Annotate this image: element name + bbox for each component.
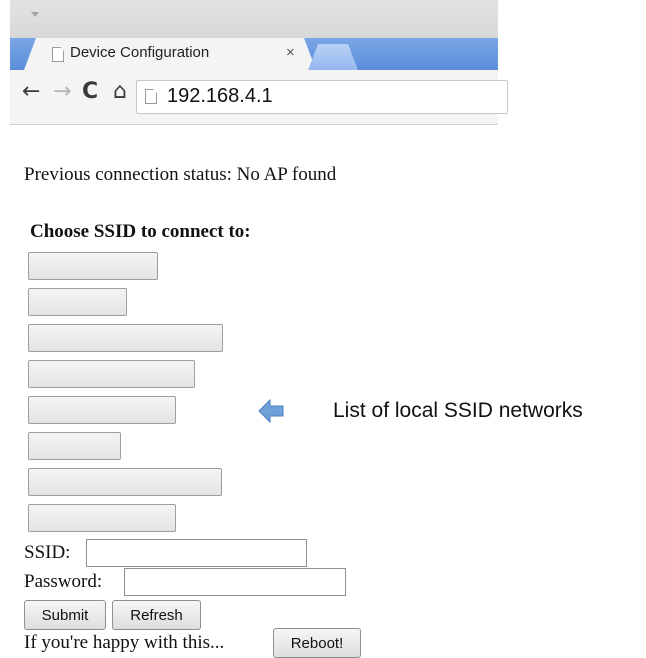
tab-title: Device Configuration (70, 44, 210, 61)
ssid-heading: Choose SSID to connect to: (30, 221, 251, 242)
left-arrow-icon (258, 398, 284, 424)
reboot-button[interactable]: Reboot! (273, 628, 361, 658)
password-label: Password: (24, 571, 103, 592)
refresh-button[interactable]: Refresh (112, 600, 201, 630)
submit-button[interactable]: Submit (24, 600, 106, 630)
password-input[interactable] (124, 568, 346, 596)
back-arrow-icon[interactable]: ← (22, 80, 40, 104)
new-tab-button[interactable] (308, 44, 358, 70)
ssid-network-button[interactable] (28, 432, 121, 460)
reload-icon[interactable]: C (82, 80, 98, 104)
ssid-label: SSID: (24, 542, 71, 563)
page-icon (145, 89, 157, 104)
close-icon[interactable]: × (286, 44, 295, 61)
page-icon (52, 47, 64, 62)
home-icon[interactable]: ⌂ (113, 80, 127, 104)
window-menu-icon[interactable] (31, 12, 39, 17)
connection-status: Previous connection status: No AP found (24, 164, 337, 185)
ssid-input[interactable] (86, 539, 307, 567)
footer-text: If you're happy with this... (24, 632, 225, 653)
annotation-label: List of local SSID networks (333, 399, 583, 422)
ssid-network-button[interactable] (28, 396, 176, 424)
tab-strip: Device Configuration × (10, 38, 498, 70)
ssid-network-button[interactable] (28, 252, 158, 280)
ssid-network-button[interactable] (28, 504, 176, 532)
ssid-network-button[interactable] (28, 288, 127, 316)
url-text: 192.168.4.1 (167, 85, 273, 107)
screenshot: Device Configuration × ← → C ⌂ 192.168.4… (0, 0, 646, 658)
browser-window: Device Configuration × ← → C ⌂ 192.168.4… (10, 0, 508, 125)
forward-arrow-icon[interactable]: → (53, 80, 71, 104)
ssid-network-button[interactable] (28, 324, 223, 352)
browser-toolbar: ← → C ⌂ 192.168.4.1 (10, 70, 508, 125)
tab-device-configuration[interactable]: Device Configuration × (24, 38, 316, 70)
title-bar (10, 0, 498, 38)
ssid-network-button[interactable] (28, 468, 222, 496)
address-bar[interactable]: 192.168.4.1 (136, 80, 508, 114)
ssid-network-button[interactable] (28, 360, 195, 388)
